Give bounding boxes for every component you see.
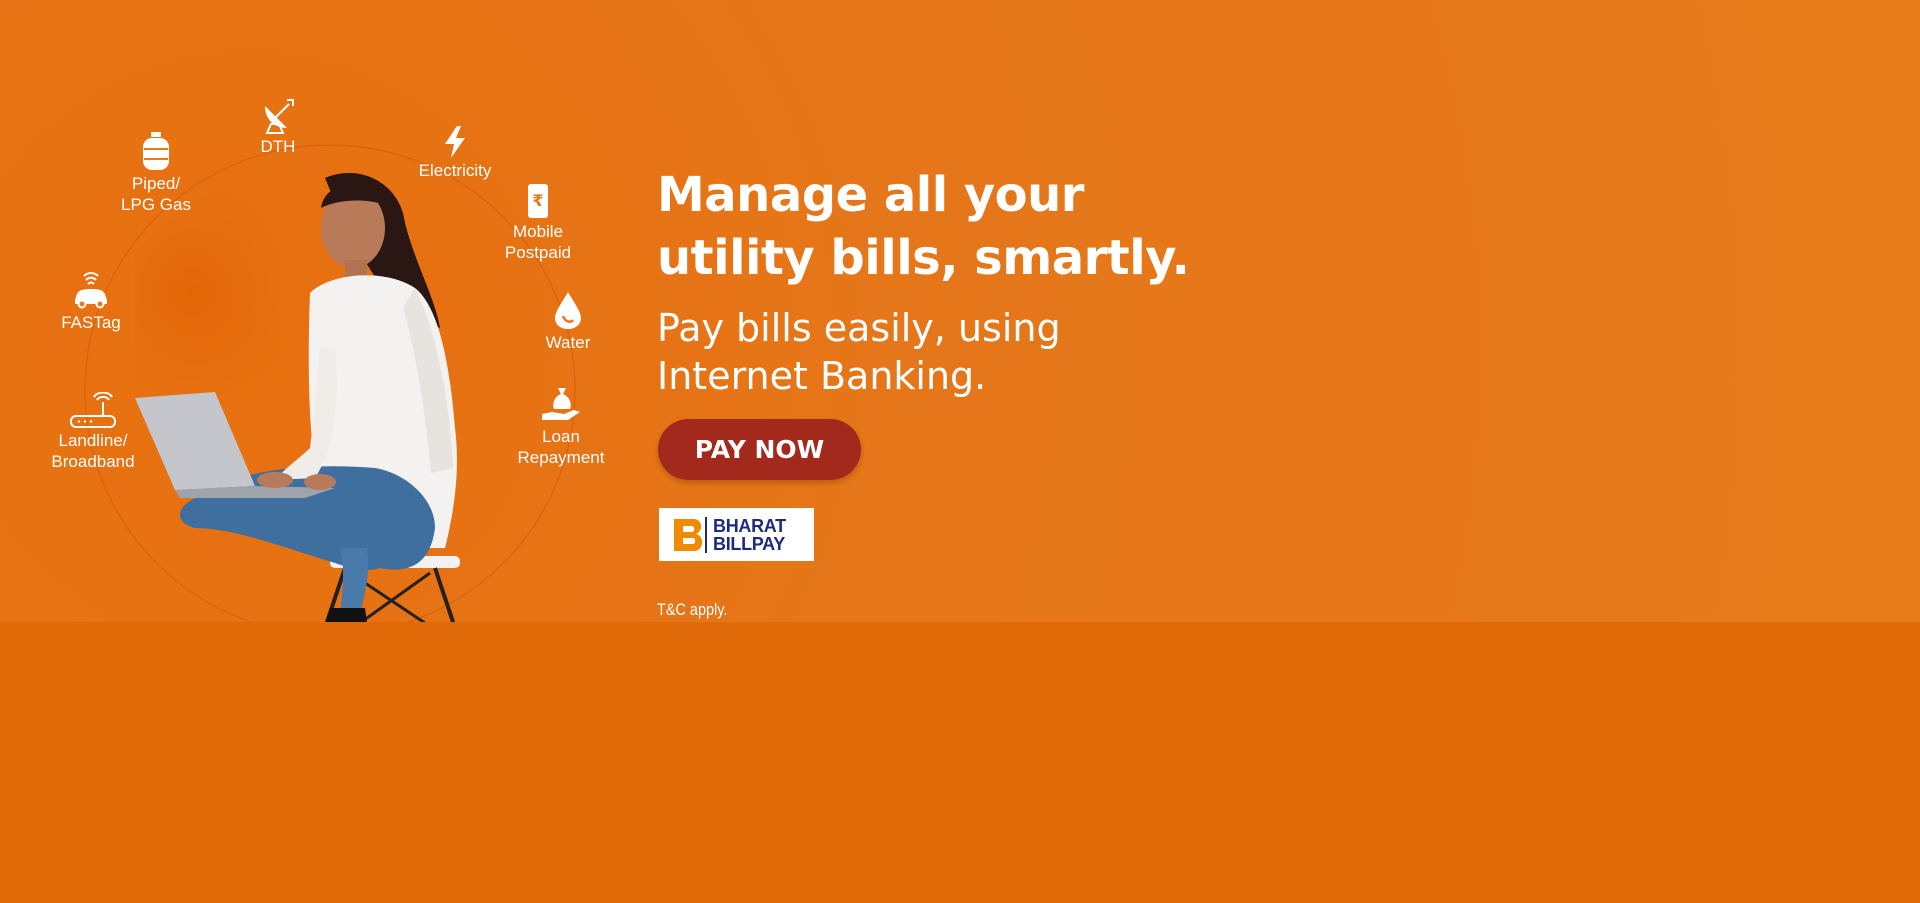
service-piped-lpg-gas: Piped/ LPG Gas <box>91 131 221 215</box>
logo-line-2: BILLPAY <box>713 533 785 554</box>
service-label: Mobile <box>512 222 564 241</box>
service-label: Landline/ <box>58 431 128 450</box>
gas-cylinder-icon <box>143 132 169 170</box>
terms-and-conditions-note: T&C apply. <box>657 600 728 619</box>
headline-line-2: utility bills, smartly. <box>657 230 1190 286</box>
satellite-dish-icon <box>265 99 294 134</box>
service-label: Broadband <box>51 452 135 471</box>
money-bag-hand-icon <box>542 388 580 420</box>
service-label: Water <box>545 333 591 352</box>
service-label: Piped/ <box>131 174 181 193</box>
subheading-line-2: Internet Banking. <box>657 354 987 398</box>
service-label: Loan <box>542 427 580 446</box>
service-mobile-postpaid: ₹ Mobile Postpaid <box>473 183 603 263</box>
service-fastag: FASTag <box>26 270 156 333</box>
logo-line-1: BHARAT <box>713 515 786 536</box>
svg-text:₹: ₹ <box>532 191 543 210</box>
service-label: Postpaid <box>504 243 572 262</box>
mobile-rupee-icon: ₹ <box>528 184 548 218</box>
service-loan-repayment: Loan Repayment <box>496 384 626 468</box>
hero-banner: DTH Electricity ₹ Mobile Postpaid Water … <box>0 0 1920 622</box>
service-label: FASTag <box>61 313 121 332</box>
woman-with-laptop-illustration <box>135 173 460 622</box>
service-label: LPG Gas <box>121 195 191 214</box>
service-label: DTH <box>260 137 296 156</box>
bharat-billpay-mark-icon <box>674 516 707 553</box>
pay-now-button[interactable]: PAY NOW <box>658 419 861 480</box>
headline: Manage all your utility bills, smartly. <box>657 164 1190 290</box>
service-landline-broadband: Landline/ Broadband <box>28 392 158 472</box>
router-icon <box>70 392 116 428</box>
lightning-bolt-icon <box>445 126 465 158</box>
service-label: Electricity <box>418 161 492 180</box>
subheading: Pay bills easily, using Internet Banking… <box>657 304 1061 400</box>
bharat-billpay-logo: BHARAT BILLPAY <box>659 508 814 561</box>
service-water: Water <box>503 290 633 353</box>
car-signal-icon <box>75 272 107 309</box>
water-drop-icon <box>555 292 581 329</box>
service-electricity: Electricity <box>390 126 520 181</box>
service-dth: DTH <box>213 98 343 157</box>
subheading-line-1: Pay bills easily, using <box>657 306 1061 350</box>
headline-line-1: Manage all your <box>657 167 1084 223</box>
service-label: Repayment <box>517 448 605 467</box>
